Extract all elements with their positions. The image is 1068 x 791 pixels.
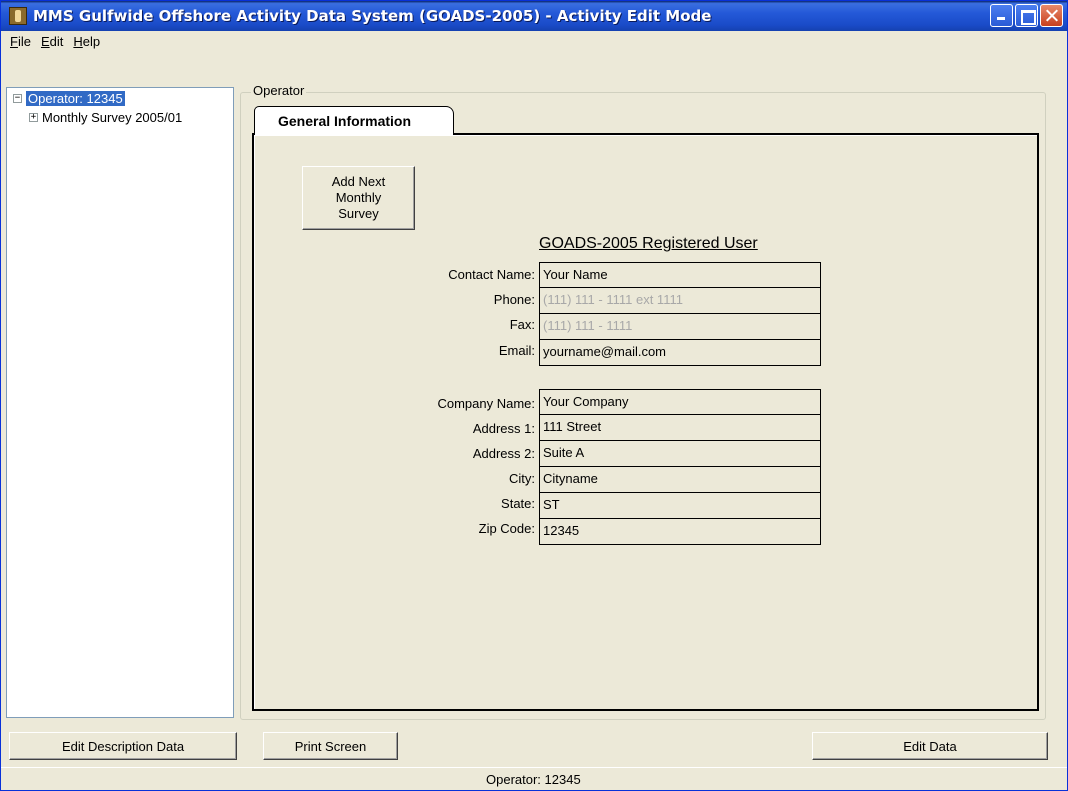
operator-groupbox-label: Operator bbox=[251, 83, 307, 98]
company-name-field[interactable]: Your Company bbox=[539, 389, 821, 415]
address1-label: Address 1: bbox=[472, 421, 535, 436]
app-icon bbox=[9, 7, 27, 25]
collapse-icon[interactable]: − bbox=[13, 94, 22, 103]
title-bar[interactable]: MMS Gulfwide Offshore Activity Data Syst… bbox=[1, 1, 1067, 31]
menu-edit-label: dit bbox=[49, 33, 64, 49]
company-name-label: Company Name: bbox=[437, 396, 535, 411]
add-next-monthly-survey-button[interactable]: Add Next Monthly Survey bbox=[302, 166, 415, 230]
form-title: GOADS-2005 Registered User bbox=[539, 235, 758, 252]
email-field[interactable]: yourname@mail.com bbox=[539, 340, 821, 366]
maximize-button[interactable] bbox=[1015, 4, 1038, 27]
menu-help-mnemonic: H bbox=[73, 33, 83, 49]
app-window: MMS Gulfwide Offshore Activity Data Syst… bbox=[0, 0, 1068, 791]
state-label: State: bbox=[501, 496, 535, 511]
edit-description-data-button[interactable]: Edit Description Data bbox=[9, 732, 237, 760]
phone-label: Phone: bbox=[493, 292, 535, 307]
menu-edit[interactable]: Edit bbox=[36, 34, 68, 49]
expand-icon[interactable]: + bbox=[29, 113, 38, 122]
address2-label: Address 2: bbox=[472, 446, 535, 461]
zip-code-label: Zip Code: bbox=[478, 521, 535, 536]
email-label: Email: bbox=[498, 343, 535, 358]
fax-label: Fax: bbox=[509, 317, 535, 332]
tree-item-operator[interactable]: − Operator: 12345 bbox=[13, 91, 125, 106]
close-button[interactable] bbox=[1040, 4, 1063, 27]
address1-field[interactable]: 111 Street bbox=[539, 415, 821, 441]
window-controls bbox=[990, 4, 1063, 27]
city-label: City: bbox=[509, 471, 535, 486]
window-title: MMS Gulfwide Offshore Activity Data Syst… bbox=[33, 7, 712, 25]
status-text: Operator: 12345 bbox=[486, 772, 581, 787]
tree-item-monthly-survey[interactable]: + Monthly Survey 2005/01 bbox=[29, 110, 182, 125]
edit-data-button[interactable]: Edit Data bbox=[812, 732, 1048, 760]
menu-file-label: ile bbox=[17, 33, 31, 49]
tab-general-information[interactable]: General Information bbox=[254, 106, 454, 135]
state-field[interactable]: ST bbox=[539, 493, 821, 519]
minimize-button[interactable] bbox=[990, 4, 1013, 27]
zip-code-field[interactable]: 12345 bbox=[539, 519, 821, 545]
print-screen-button[interactable]: Print Screen bbox=[263, 732, 398, 760]
menu-help[interactable]: Help bbox=[68, 34, 105, 49]
menu-file[interactable]: File bbox=[5, 34, 36, 49]
phone-field[interactable]: (111) 111 - 1111 ext 1111 bbox=[539, 288, 821, 314]
menu-bar: File Edit Help bbox=[1, 31, 1067, 51]
tree-item-monthly-survey-label: Monthly Survey 2005/01 bbox=[42, 110, 183, 125]
menu-edit-mnemonic: E bbox=[40, 33, 50, 49]
contact-name-field[interactable]: Your Name bbox=[539, 262, 821, 288]
tab-general-information-label: General Information bbox=[278, 113, 412, 129]
city-field[interactable]: Cityname bbox=[539, 467, 821, 493]
navigation-tree[interactable]: − Operator: 12345 + Monthly Survey 2005/… bbox=[6, 87, 234, 718]
fax-field[interactable]: (111) 111 - 1111 bbox=[539, 314, 821, 340]
contact-name-label: Contact Name: bbox=[448, 267, 535, 282]
menu-file-mnemonic: F bbox=[10, 33, 18, 49]
menu-help-label: elp bbox=[82, 33, 101, 49]
address2-field[interactable]: Suite A bbox=[539, 441, 821, 467]
tree-item-operator-label: Operator: 12345 bbox=[26, 91, 125, 106]
